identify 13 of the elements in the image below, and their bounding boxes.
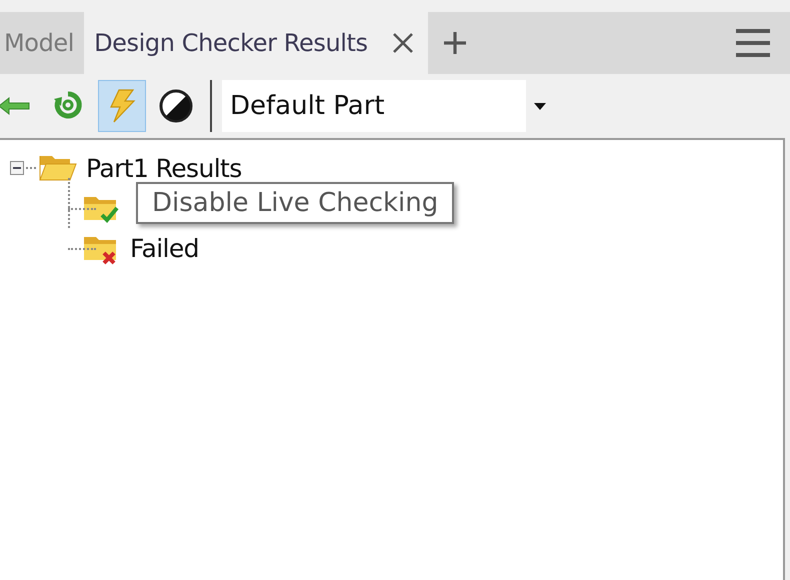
plus-icon bbox=[442, 30, 468, 56]
lightning-icon bbox=[107, 89, 137, 123]
tree-item[interactable]: Failed bbox=[130, 234, 199, 262]
tab[interactable]: Design Checker Results bbox=[84, 12, 428, 74]
tree-item[interactable]: Part1 Results bbox=[86, 154, 242, 182]
menu-icon bbox=[734, 27, 772, 59]
back-arrow-icon bbox=[0, 95, 31, 117]
close-icon[interactable] bbox=[392, 32, 414, 54]
collapse-icon[interactable] bbox=[10, 161, 24, 175]
tooltip: Disable Live Checking bbox=[136, 182, 454, 224]
contrast-icon bbox=[159, 89, 193, 123]
caret-icon bbox=[534, 102, 546, 110]
part-dropdown[interactable]: Default Part bbox=[222, 80, 554, 132]
